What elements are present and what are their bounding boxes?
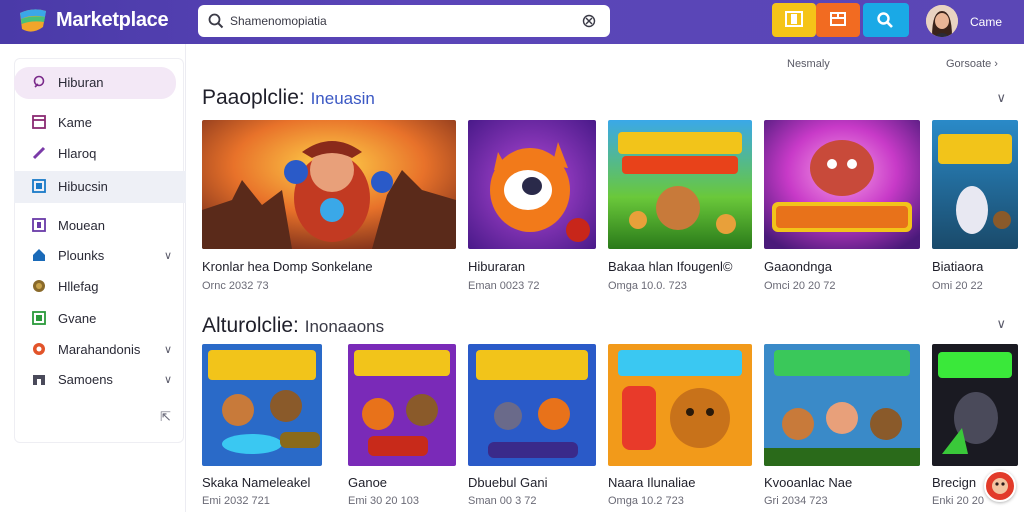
game-title: Gaaondnga	[764, 259, 832, 274]
sidebar-item-hiburan[interactable]: Hiburan	[14, 67, 176, 99]
circle-icon	[33, 343, 45, 355]
game-meta: Emi 30 20 103	[348, 495, 419, 507]
brand-title[interactable]: Marketplace	[56, 9, 169, 32]
game-title: Kvooanlac Nae	[764, 475, 853, 490]
game-thumbnail	[764, 120, 920, 249]
game-title: Dbuebul Gani	[468, 475, 548, 490]
shop-icon	[33, 375, 45, 385]
sidebar-item-label: Hllefag	[58, 279, 99, 294]
game-thumbnail	[608, 344, 752, 466]
game-thumbnail	[608, 120, 752, 249]
game-meta: Eman 0023 72	[468, 280, 540, 292]
section-title: Alturolclie: Inonaaons	[202, 314, 384, 338]
mascot-icon	[992, 478, 1008, 494]
sidebar-item-hllefag[interactable]: Hllefag	[14, 271, 186, 301]
heart-icon	[33, 75, 45, 88]
game-thumbnail	[932, 344, 1018, 466]
box-icon	[32, 311, 46, 325]
game-meta: Omga 10.0. 723	[608, 280, 687, 292]
square-icon	[32, 218, 46, 232]
search-button[interactable]	[863, 3, 909, 37]
game-title: Bakaa hlan Ifougenl©	[608, 259, 733, 274]
chevron-down-icon[interactable]: ∨	[164, 249, 172, 262]
game-meta: Omci 20 20 72	[764, 280, 836, 292]
sidebar-item-hlaroq[interactable]: Hlaroq	[14, 138, 186, 168]
sidebar-item-label: Gvane	[58, 311, 97, 326]
game-meta: Omga 10.2 723	[608, 495, 684, 507]
game-meta: Omi 20 22	[932, 280, 983, 292]
section-title-text: Paaoplclie:	[202, 86, 305, 109]
game-title: Ganoe	[348, 475, 388, 490]
game-thumbnail	[348, 344, 456, 466]
game-title: Kronlar hea Domp Sonkelane	[202, 259, 373, 274]
sidebar-item-kame[interactable]: Kame	[14, 107, 186, 137]
library-button[interactable]	[772, 3, 816, 37]
chevron-down-icon[interactable]: ∨	[164, 343, 172, 356]
sidebar-item-label: Hibucsin	[58, 179, 108, 194]
game-thumbnail	[932, 120, 1018, 249]
game-title: Hiburaran	[468, 259, 526, 274]
search-icon	[877, 12, 893, 28]
sort-link[interactable]: Nesmaly	[787, 58, 830, 70]
game-meta: Sman 00 3 72	[468, 495, 537, 507]
section-title: Paaoplclie: Ineuasin	[202, 86, 375, 110]
search-box[interactable]	[198, 5, 610, 37]
sidebar-item-gvane[interactable]: Gvane	[14, 303, 186, 333]
home-icon	[33, 249, 45, 261]
cart-icon	[830, 12, 846, 26]
logo-icon	[20, 9, 46, 32]
top-bar: Marketplace Shamenomopiatia Came	[0, 0, 1024, 44]
game-thumbnail	[202, 344, 322, 466]
game-thumbnail	[468, 344, 596, 466]
chat-button[interactable]	[984, 470, 1016, 502]
grid-icon	[32, 179, 46, 193]
globe-icon	[33, 280, 45, 292]
section-subtitle: Ineuasin	[310, 89, 375, 108]
game-meta: Emi 2032 721	[202, 495, 270, 507]
sidebar-item-plounks[interactable]: Plounks ∨	[14, 240, 186, 270]
avatar[interactable]	[926, 5, 958, 37]
sidebar-item-label: Hiburan	[58, 75, 104, 90]
sidebar-item-label: Plounks	[58, 248, 105, 263]
clear-icon[interactable]	[580, 13, 598, 29]
game-title: Naara Ilunaliae	[608, 475, 696, 490]
game-title: Biatiaora	[932, 259, 984, 274]
game-thumbnail	[764, 344, 920, 466]
collapse-icon[interactable]: ⇱	[160, 409, 171, 425]
game-thumbnail	[202, 120, 456, 249]
game-meta: Gri 2034 723	[764, 495, 828, 507]
view-all-label: Gorsoate	[946, 58, 992, 70]
search-input[interactable]	[230, 11, 560, 31]
sidebar-item-label: Samoens	[58, 372, 113, 387]
chevron-down-icon[interactable]: ∨	[996, 90, 1006, 106]
section-subtitle: Inonaaons	[304, 317, 385, 336]
sidebar-item-marahandonis[interactable]: Marahandonis ∨	[14, 334, 186, 364]
sidebar-item-samoens[interactable]: Samoens ∨	[14, 364, 186, 394]
user-photo	[926, 5, 958, 37]
game-thumbnail	[468, 120, 596, 249]
sidebar-item-mouean[interactable]: Mouean	[14, 210, 186, 240]
user-name[interactable]: Came	[970, 15, 1002, 29]
game-meta: Ornc 2032 73	[202, 280, 269, 292]
window-icon	[32, 115, 46, 129]
sidebar-item-label: Marahandonis	[58, 342, 141, 357]
chevron-down-icon[interactable]: ∨	[164, 373, 172, 386]
chevron-down-icon[interactable]: ∨	[996, 316, 1006, 332]
game-title: Brecign	[932, 475, 977, 490]
sidebar-item-label: Kame	[58, 115, 92, 130]
sidebar-item-label: Mouean	[58, 218, 105, 233]
game-meta: Enki 20 20	[932, 495, 984, 507]
sidebar-item-label: Hlaroq	[58, 146, 97, 161]
cart-button[interactable]	[816, 3, 860, 37]
sidebar-item-hibucsin[interactable]: Hibucsin	[14, 171, 186, 203]
main-content: Nesmaly Gorsoate › Paaoplclie: Ineuasin …	[186, 44, 1024, 512]
game-title: Skaka Nameleakel	[202, 475, 311, 490]
section-title-text: Alturolclie:	[202, 314, 299, 337]
library-icon	[785, 11, 803, 27]
pen-icon	[32, 146, 46, 160]
view-all-link[interactable]: Gorsoate ›	[946, 58, 998, 70]
search-icon	[208, 13, 224, 29]
sidebar: Hiburan Kame Hlaroq Hibucsin Mouean Plou…	[0, 44, 186, 512]
